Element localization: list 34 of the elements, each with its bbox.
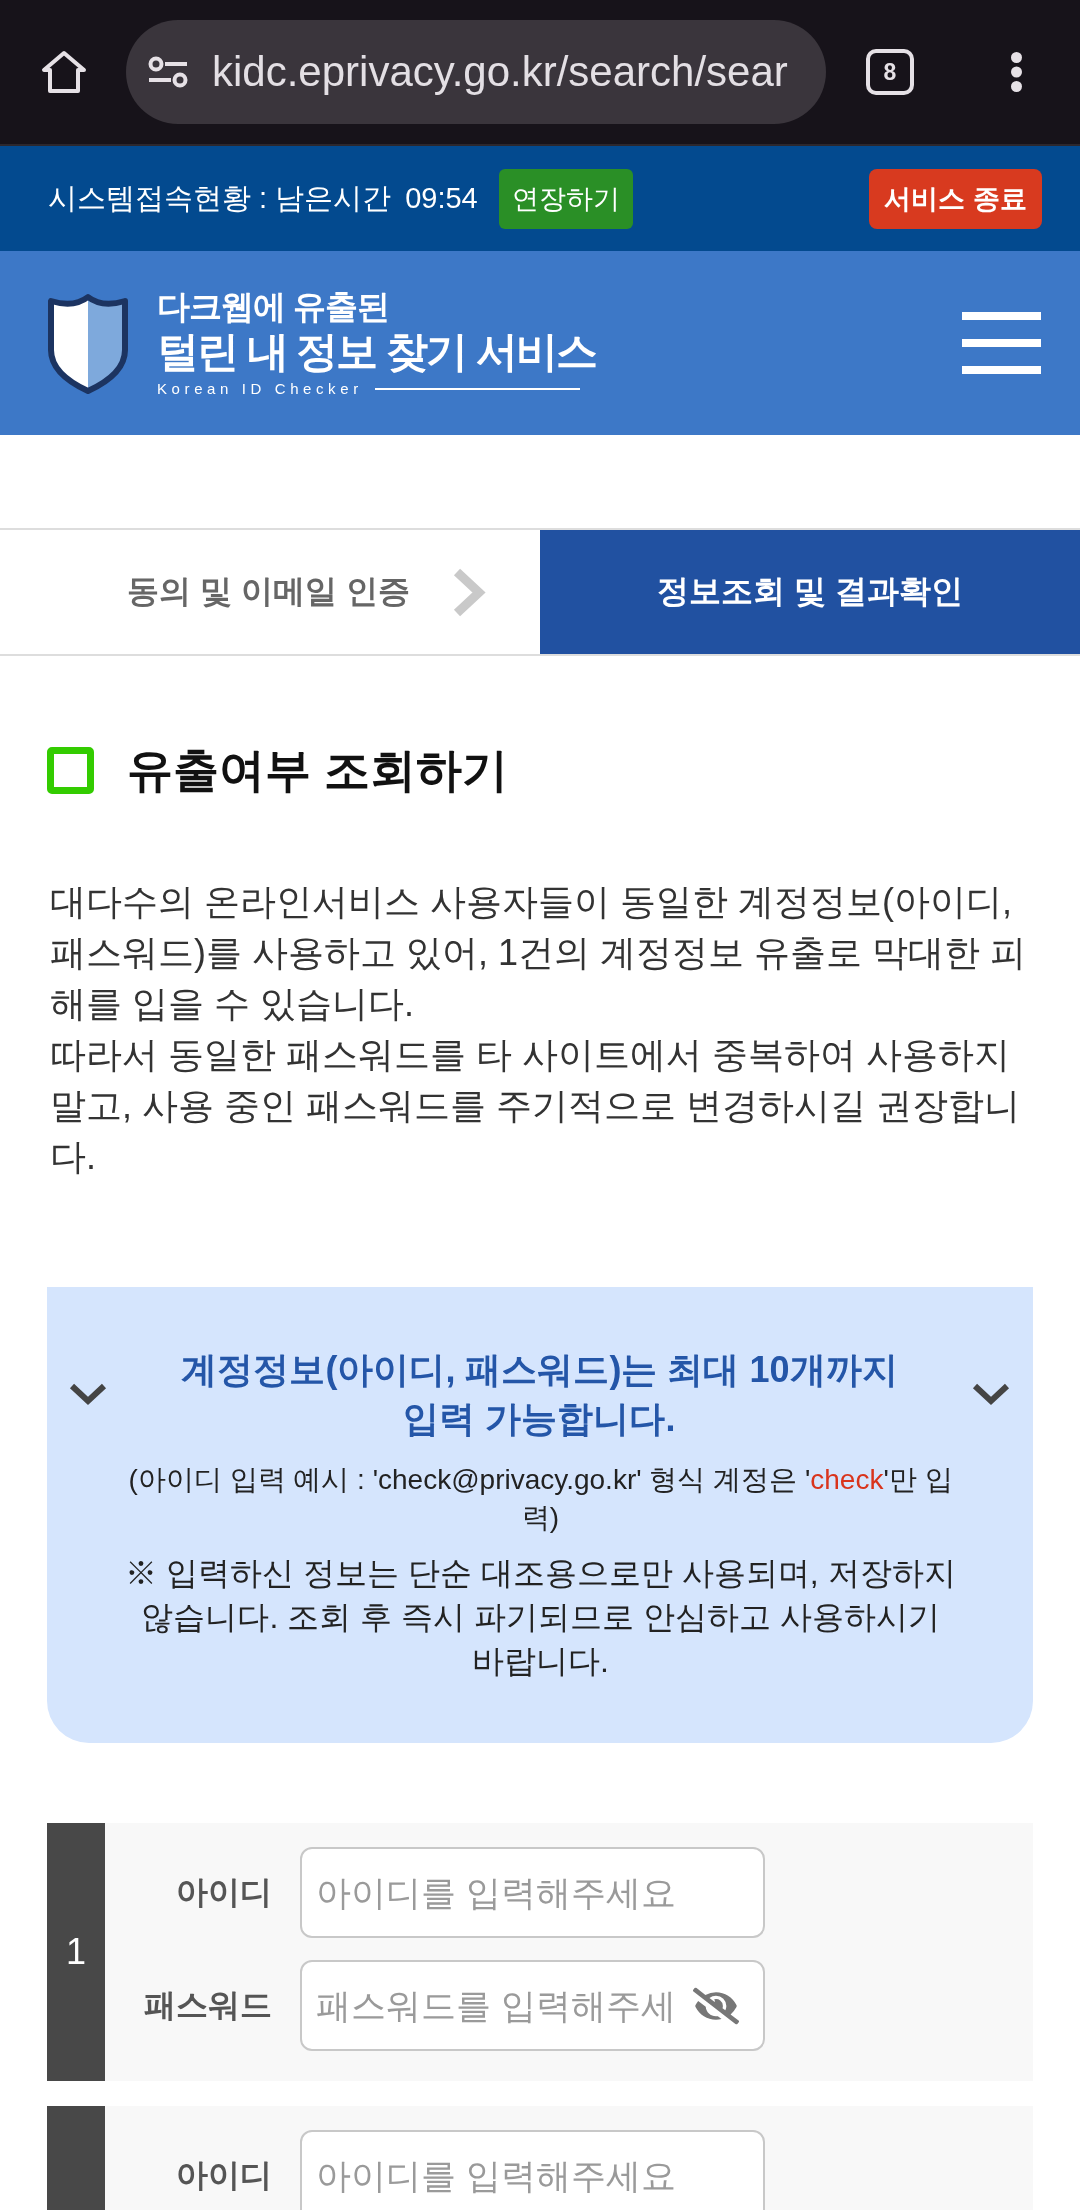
chevron-down-icon[interactable] — [69, 1382, 107, 1406]
example-text: (아이디 입력 예시 : 'check@privacy.go.kr' 형식 계정은 'check'만 입력) — [127, 1463, 954, 1535]
number-column: 1 — [47, 1823, 105, 2081]
chevron-down-icon[interactable] — [972, 1382, 1010, 1406]
extend-button[interactable]: 연장하기 — [498, 168, 633, 229]
id-input[interactable]: 아이디를 입력해주세요 — [300, 2130, 765, 2210]
description-text: 따라서 동일한 패스워드를 타 사이트에서 중복하여 사용하지 말고, 사용 중인 패스워드를 주기적으로 변경하시길 권장합니다. — [50, 1033, 1021, 1179]
step-tab[interactable]: 정보조회 및 결과확인 — [540, 530, 1080, 654]
chevron-right-icon — [451, 566, 486, 618]
id-input[interactable]: 아이디를 입력해주세요 — [300, 1847, 765, 1938]
square-marker-icon — [47, 746, 94, 794]
home-icon[interactable] — [40, 49, 88, 95]
eye-slash-icon[interactable] — [693, 1987, 739, 2024]
field-label: 패스워드 — [143, 1985, 273, 2025]
section-title: 유출여부 조회하기 — [127, 743, 508, 798]
url-text: kidc.eprivacy.go.kr/search/sear — [212, 48, 788, 96]
address-bar[interactable]: kidc.eprivacy.go.kr/search/sear — [126, 20, 826, 124]
end-service-button[interactable]: 서비스 종료 — [869, 168, 1042, 229]
kebab-menu-icon[interactable] — [1010, 51, 1023, 93]
field-label: 아이디 — [175, 1872, 273, 1912]
password-input[interactable]: 패스워드를 입력해주세 — [300, 1960, 765, 2051]
description-text: 대다수의 온라인서비스 사용자들이 동일한 계정정보(아이디, 패스워드)를 사용하고 있어, 1건의 계정정보 유출로 막대한 피해를 입을 수 있습니다. — [50, 880, 1028, 1026]
menu-icon[interactable] — [962, 312, 1041, 374]
shield-icon — [47, 291, 129, 395]
tagline-text: Korean ID Checker — [157, 379, 363, 399]
note-text: ※ 입력하신 정보는 단순 대조용으로만 사용되며, 저장하지 않습니다. 조회 후 즉시 파기되므로 안심하고 사용하시기 바랍니다. — [124, 1554, 957, 1681]
service-title: 털린 내 정보 찾기 서비스 — [157, 327, 596, 377]
session-label: 시스템접속현황 : 남은시간 — [48, 180, 392, 216]
tune-icon[interactable] — [148, 56, 188, 88]
field-label: 아이디 — [175, 2155, 273, 2195]
remaining-time: 09:54 — [405, 182, 478, 215]
header-subtitle: 다크웹에 유출된 — [157, 287, 391, 327]
tab-count-button[interactable]: 8 — [866, 49, 914, 95]
notice-title: 계정정보(아이디, 패스워드)는 최대 10개까지 입력 가능합니다. — [180, 1348, 899, 1441]
